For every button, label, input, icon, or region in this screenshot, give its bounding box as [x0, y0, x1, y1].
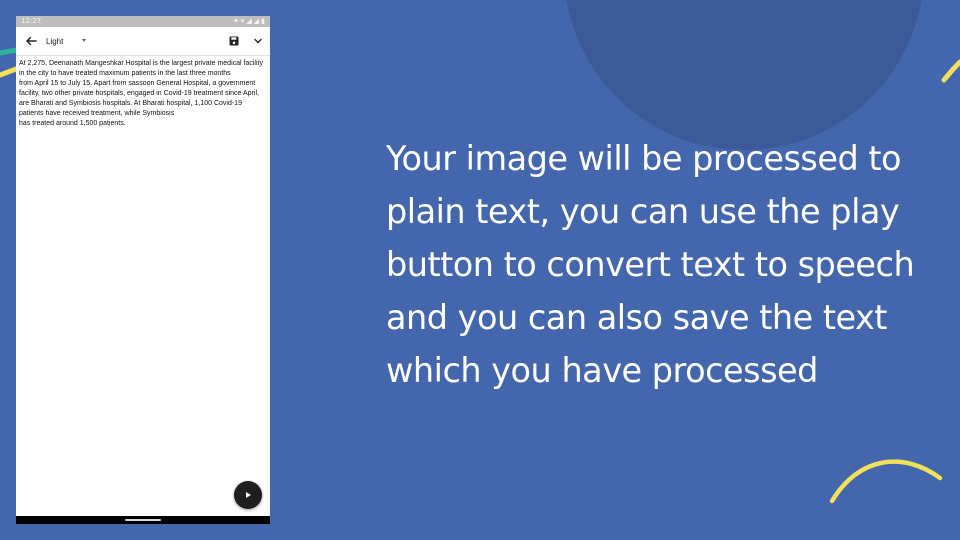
yellow-curve-top-right	[941, 59, 960, 83]
chevron-down-icon	[254, 38, 262, 44]
more-options-button[interactable]	[251, 33, 265, 49]
status-icons: ✦ ▾ ◢ ◢ ▮	[233, 16, 265, 27]
play-icon	[246, 492, 251, 498]
signal-icon-2: ◢	[253, 17, 260, 25]
toolbar: Light	[16, 27, 270, 56]
arrow-left-icon	[26, 36, 37, 46]
teal-curve-left	[0, 47, 19, 56]
wifi-icon: ▾	[240, 17, 245, 25]
navigation-bar	[16, 516, 270, 524]
battery-icon: ▮	[261, 17, 265, 25]
play-button[interactable]	[234, 481, 262, 509]
settings-icon: ✦	[232, 17, 239, 25]
signal-icon: ◢	[246, 17, 252, 25]
phone-screenshot: 12:27 ✦ ▾ ◢ ◢ ▮ Light At 2,275, Deenanat…	[16, 16, 270, 524]
theme-dropdown[interactable]: Light	[46, 33, 94, 49]
yellow-curve-right	[829, 459, 943, 504]
save-button[interactable]	[227, 33, 241, 49]
floppy-disk-icon	[229, 36, 239, 46]
status-bar: 12:27 ✦ ▾ ◢ ◢ ▮	[16, 16, 270, 27]
recognized-text[interactable]: At 2,275, Deenanath Mangeshkar Hospital …	[19, 59, 265, 129]
caret-down-icon	[82, 39, 86, 42]
yellow-curve-left	[0, 66, 19, 78]
home-gesture-handle[interactable]	[125, 519, 161, 521]
feature-description: Your image will be processed to plain te…	[386, 139, 915, 390]
theme-selected-value: Light	[46, 36, 64, 46]
back-button[interactable]	[23, 33, 39, 49]
status-time: 12:27	[21, 17, 42, 25]
